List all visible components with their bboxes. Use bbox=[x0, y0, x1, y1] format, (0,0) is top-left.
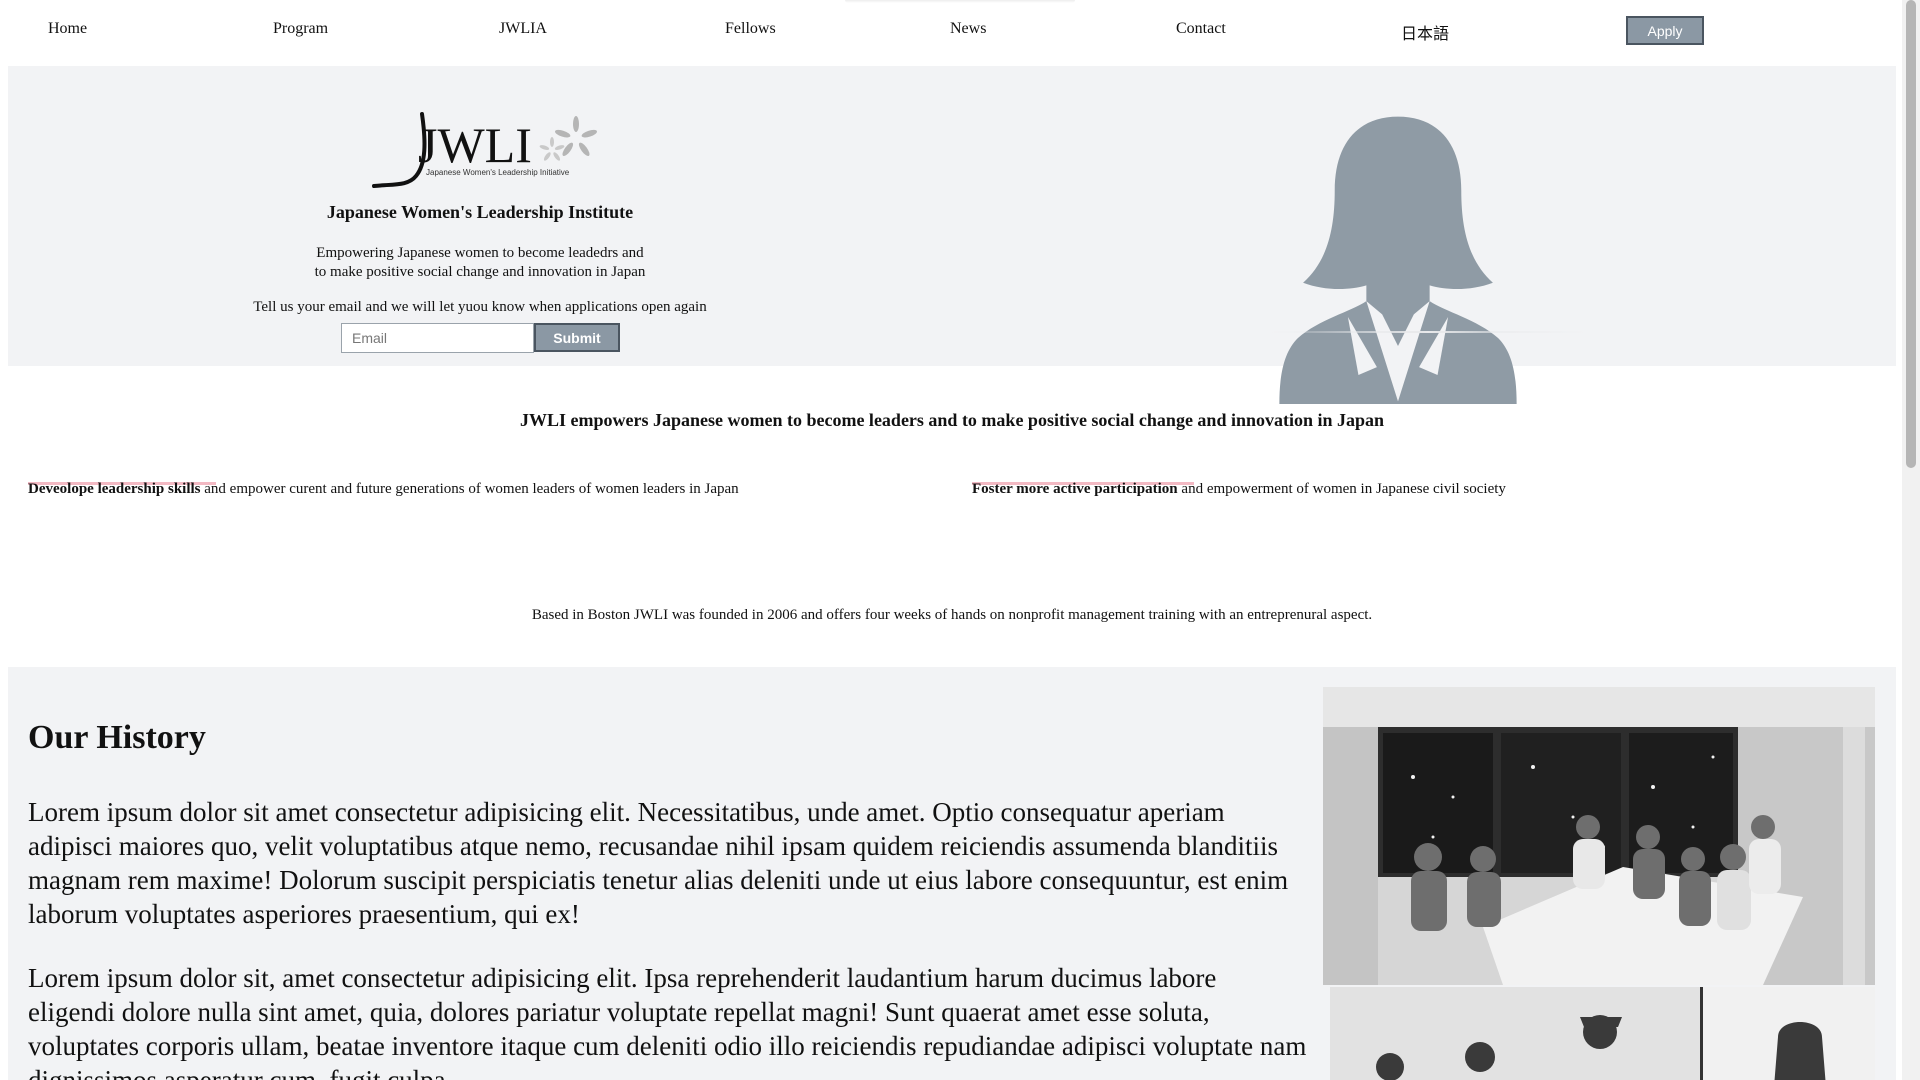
pillar-1-bold: Deveolope leadership skills bbox=[28, 481, 201, 497]
pillar-1-text: and empower curent and future generation… bbox=[200, 481, 739, 497]
pillar-2: Foster more active participation and emp… bbox=[972, 481, 1506, 498]
founded-text: Based in Boston JWLI was founded in 2006… bbox=[531, 607, 1373, 623]
nav-contact[interactable]: Contact bbox=[1176, 20, 1226, 38]
hero-subtitle-line1: Empowering Japanese women to become lead… bbox=[316, 245, 644, 261]
avatar-base-line bbox=[1268, 331, 1588, 333]
email-field[interactable] bbox=[341, 323, 534, 353]
submit-button[interactable]: Submit bbox=[534, 323, 620, 352]
history-paragraph-2: Lorem ipsum dolor sit, amet consectetur … bbox=[28, 963, 1307, 1080]
hero-section: JWLI Japanese Women's Leadership Initiat… bbox=[8, 66, 1896, 404]
hero-subtitle-line2: to make positive social change and innov… bbox=[314, 264, 646, 280]
page-scrollbar[interactable] bbox=[1902, 0, 1920, 1080]
jwli-logo: JWLI Japanese Women's Leadership Initiat… bbox=[372, 112, 597, 188]
logo-subtext: Japanese Women's Leadership Initiative bbox=[426, 168, 570, 177]
pillar-2-bold: Foster more active participation bbox=[972, 481, 1178, 497]
nav-shadow bbox=[845, 0, 1075, 3]
hero-title: Japanese Women's Leadership Institute bbox=[326, 202, 634, 222]
apply-button[interactable]: Apply bbox=[1626, 16, 1704, 45]
scrollbar-thumb[interactable] bbox=[1906, 0, 1916, 468]
nav-jwlia[interactable]: JWLIA bbox=[499, 20, 547, 38]
nav-fellows[interactable]: Fellows bbox=[725, 20, 776, 38]
history-photo-dinner bbox=[1323, 687, 1875, 985]
history-title: Our History bbox=[28, 719, 206, 756]
top-nav: Home Program JWLIA Fellows News Contact … bbox=[0, 0, 1900, 66]
nav-news[interactable]: News bbox=[950, 20, 986, 38]
history-paragraph-1: Lorem ipsum dolor sit amet consectetur a… bbox=[28, 797, 1289, 929]
pillar-2-text: and empowerment of women in Japanese civ… bbox=[1177, 481, 1506, 497]
pillar-1: Deveolope leadership skills and empower … bbox=[28, 481, 739, 498]
avatar-placeholder-icon bbox=[1279, 116, 1517, 404]
nav-japanese[interactable]: 日本語 bbox=[1401, 20, 1449, 44]
history-photo-group bbox=[1330, 987, 1875, 1080]
email-prompt: Tell us your email and we will let yuou … bbox=[253, 299, 707, 315]
logo-text: JWLI bbox=[418, 117, 532, 173]
history-section: Our History Lorem ipsum dolor sit amet c… bbox=[8, 667, 1896, 1080]
mission-statement: JWLI empowers Japanese women to become l… bbox=[519, 410, 1385, 430]
nav-program[interactable]: Program bbox=[273, 20, 328, 38]
hero-subtitle: Empowering Japanese women to become lead… bbox=[8, 244, 952, 282]
nav-home[interactable]: Home bbox=[48, 20, 87, 38]
